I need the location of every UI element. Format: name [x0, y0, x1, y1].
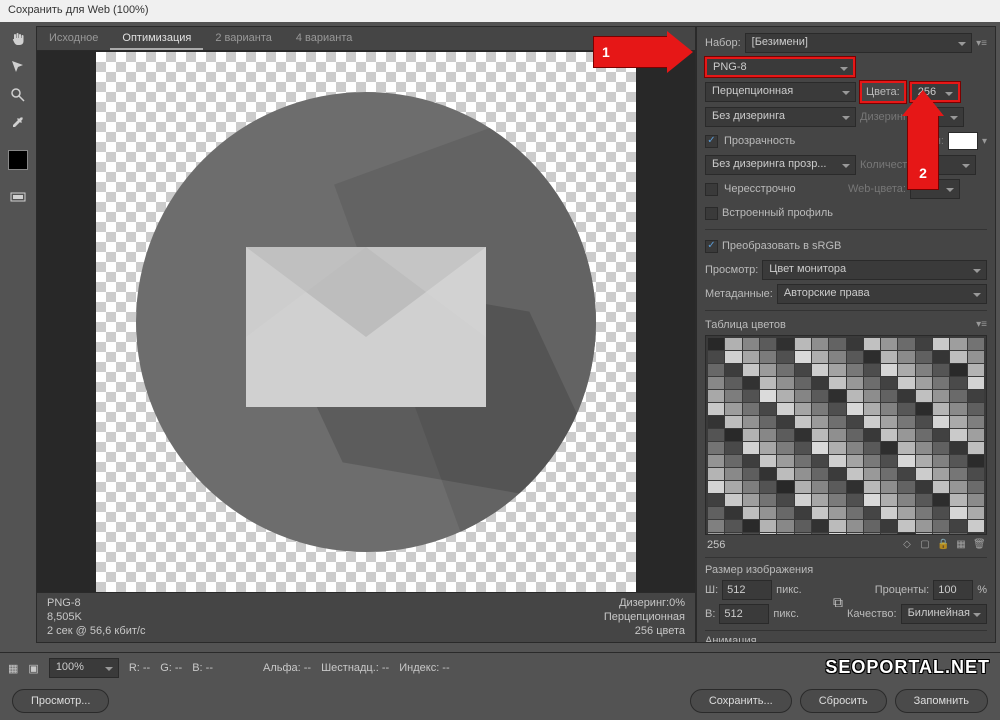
color-table[interactable] — [705, 335, 987, 535]
left-toolbar — [0, 22, 36, 647]
hand-icon[interactable] — [9, 30, 27, 48]
watermark: SEOPORTAL.NET — [825, 657, 990, 678]
colors-label: Цвета: — [860, 81, 906, 103]
trans-dither-select[interactable]: Без дизеринга прозр... — [705, 155, 856, 175]
width-label: Ш: — [705, 584, 718, 596]
status-algo: Перцепционная — [604, 611, 685, 623]
link-icon[interactable]: ⧉ — [833, 594, 843, 611]
percent-label: Проценты: — [875, 584, 930, 596]
readout-r: R: -- — [129, 662, 150, 674]
ct-trash-icon[interactable]: 🗑 — [973, 539, 985, 551]
height-label: В: — [705, 608, 715, 620]
transparency-label: Прозрачность — [724, 135, 795, 147]
ct-square-icon[interactable]: ▢ — [919, 539, 931, 551]
status-bar: PNG-8 8,505K 2 сек @ 56,6 кбит/с Дизерин… — [37, 592, 695, 642]
colortable-label: Таблица цветов — [705, 319, 786, 331]
readout-b: B: -- — [192, 662, 213, 674]
tab-4up[interactable]: 4 варианта — [284, 27, 365, 50]
annotation-arrow-2: 2 — [907, 115, 939, 190]
zoom-icon[interactable] — [9, 86, 27, 104]
slice-icon[interactable] — [9, 58, 27, 76]
readout-alpha: Альфа: -- — [263, 662, 311, 674]
status-colors: 256 цвета — [635, 625, 685, 637]
colortable-actions: ◇ ▢ 🔒 ▦ 🗑 — [901, 539, 985, 551]
ct-new-icon[interactable]: ▦ — [955, 539, 967, 551]
height-input[interactable] — [719, 604, 769, 624]
matte-color[interactable] — [948, 132, 978, 150]
ct-lock-icon[interactable]: 🔒 — [937, 539, 949, 551]
srgb-checkbox[interactable] — [705, 240, 718, 253]
doc2-icon[interactable]: ▣ — [28, 662, 38, 675]
srgb-label: Преобразовать в sRGB — [722, 240, 841, 252]
window-title: Сохранить для Web (100%) — [0, 0, 1000, 22]
width-input[interactable] — [722, 580, 772, 600]
status-loadtime: 2 сек @ 56,6 кбит/с — [47, 625, 145, 637]
quality-select[interactable]: Билинейная — [901, 604, 987, 624]
transparency-checkbox[interactable] — [705, 135, 718, 148]
interlace-checkbox[interactable] — [705, 183, 718, 196]
colortable-menu-icon[interactable]: ▾≡ — [976, 319, 987, 331]
toggle-slices-icon[interactable] — [9, 188, 27, 206]
status-filesize: 8,505K — [47, 611, 145, 623]
embed-profile-checkbox[interactable] — [705, 207, 718, 220]
percent-unit: % — [977, 584, 987, 596]
readout-index: Индекс: -- — [399, 662, 449, 674]
matte-dropdown-icon[interactable]: ▾ — [982, 136, 987, 147]
reduction-select[interactable]: Перцепционная — [705, 82, 856, 102]
status-format: PNG-8 — [47, 597, 145, 609]
zoom-select[interactable]: 100% — [49, 658, 119, 678]
metadata-label: Метаданные: — [705, 288, 773, 300]
imagesize-label: Размер изображения — [705, 564, 813, 576]
readout-hex: Шестнадц.: -- — [321, 662, 389, 674]
preview-select[interactable]: Цвет монитора — [762, 260, 987, 280]
tab-2up[interactable]: 2 варианта — [203, 27, 284, 50]
canvas-area[interactable] — [37, 51, 695, 592]
preset-select[interactable]: [Безимени] — [745, 33, 972, 53]
animation-label: Анимация — [705, 635, 757, 643]
annotation-arrow-1: 1 — [593, 36, 668, 68]
save-button[interactable]: Сохранить... — [690, 689, 792, 713]
ct-diamond-icon[interactable]: ◇ — [901, 539, 913, 551]
percent-input[interactable] — [933, 580, 973, 600]
eyedropper-icon[interactable] — [9, 114, 27, 132]
websnap-label: Web-цвета: — [848, 183, 906, 195]
interlace-label: Чересстрочно — [724, 183, 796, 195]
settings-panel: Набор: [Безимени] ▾≡ PNG-8 Перцепционная… — [696, 26, 996, 643]
dither-select[interactable]: Без дизеринга — [705, 107, 856, 127]
embed-profile-label: Встроенный профиль — [722, 207, 833, 219]
doc-icon[interactable]: ▦ — [8, 662, 18, 675]
done-button[interactable]: Запомнить — [895, 689, 988, 713]
cancel-button[interactable]: Сбросить — [800, 689, 887, 713]
height-unit: пикс. — [773, 608, 799, 620]
tab-optimized[interactable]: Оптимизация — [110, 27, 203, 50]
metadata-select[interactable]: Авторские права — [777, 284, 987, 304]
tab-original[interactable]: Исходное — [37, 27, 110, 50]
quality-label: Качество: — [847, 608, 897, 620]
format-select[interactable]: PNG-8 — [705, 57, 855, 77]
panel-menu-icon[interactable]: ▾≡ — [976, 38, 987, 49]
preview-label: Просмотр: — [705, 264, 758, 276]
readout-g: G: -- — [160, 662, 182, 674]
status-dither: Дизеринг:0% — [619, 597, 685, 609]
colortable-count: 256 — [707, 539, 725, 551]
preset-label: Набор: — [705, 37, 741, 49]
width-unit: пикс. — [776, 584, 802, 596]
preview-button[interactable]: Просмотр... — [12, 689, 109, 713]
foreground-swatch[interactable] — [8, 150, 28, 170]
